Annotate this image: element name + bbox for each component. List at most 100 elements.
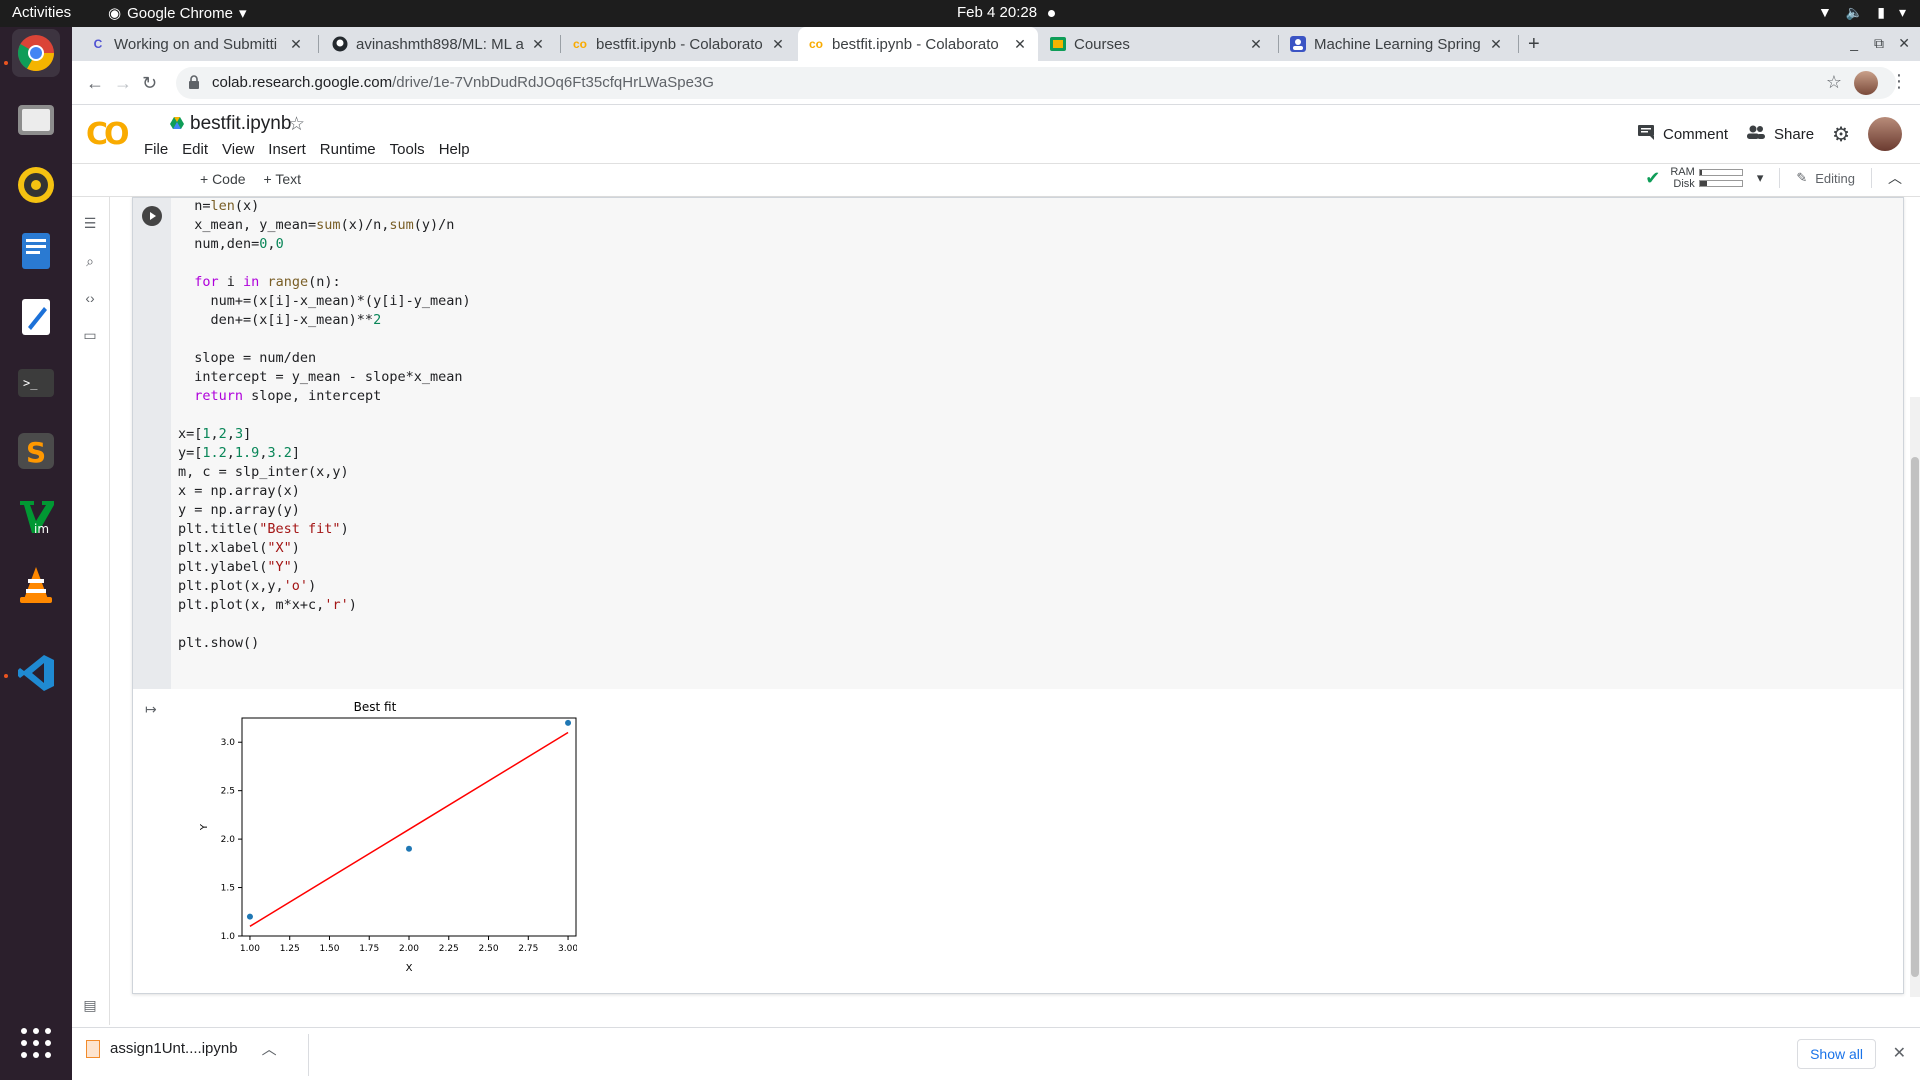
code-cell[interactable]: n=len(x) x_mean, y_mean=sum(x)/n,sum(y)/… — [132, 197, 1904, 994]
collapse-header-icon[interactable]: ︿ — [1888, 168, 1902, 188]
tab-1[interactable]: avinashmth898/ML: ML a ✕ — [322, 27, 556, 61]
lock-icon[interactable] — [188, 75, 200, 94]
code-snippets-icon[interactable]: ‹› — [80, 290, 100, 310]
chrome-dock-icon[interactable] — [12, 29, 60, 77]
menu-view[interactable]: View — [222, 141, 254, 158]
app-menu[interactable]: ◉ Google Chrome ▾ — [108, 4, 247, 23]
close-tab-icon[interactable]: ✕ — [288, 36, 304, 53]
ram-bar — [1698, 169, 1743, 176]
disk-label: Disk — [1673, 178, 1695, 190]
chrome-small-icon: ◉ — [108, 5, 122, 22]
add-text-button[interactable]: + Text — [264, 171, 302, 187]
dock: >_ S im — [0, 27, 72, 1080]
restore-icon[interactable]: ⧉ — [1874, 35, 1884, 52]
tab-0[interactable]: C Working on and Submitti ✕ — [80, 27, 314, 61]
user-avatar[interactable] — [1868, 117, 1902, 151]
back-icon[interactable]: ← — [86, 73, 104, 94]
activities-button[interactable]: Activities — [12, 4, 71, 21]
share-button[interactable]: Share — [1746, 125, 1814, 143]
run-cell-button[interactable] — [142, 206, 162, 226]
y-axis-ticks: 1.0 1.5 2.0 2.5 3.0 — [221, 738, 242, 942]
menu-insert[interactable]: Insert — [268, 141, 306, 158]
code-line: x=[1,2,3] — [178, 426, 252, 442]
search-icon[interactable]: ⌕ — [80, 253, 100, 273]
text-editor-dock-icon[interactable] — [12, 293, 60, 341]
svg-text:>_: >_ — [23, 376, 38, 390]
header-actions: Comment Share ⚙ — [1637, 117, 1902, 151]
profile-avatar[interactable] — [1854, 71, 1878, 95]
menu-file[interactable]: File — [144, 141, 168, 158]
tab-5[interactable]: Machine Learning Spring ✕ — [1280, 27, 1514, 61]
files-dock-icon[interactable] — [12, 95, 60, 143]
add-code-button[interactable]: + Code — [200, 171, 246, 187]
x-axis-ticks: 1.00 1.25 1.50 1.75 2.00 2.25 2.50 2.75 3.00 — [240, 936, 577, 954]
tab-strip: C Working on and Submitti ✕ avinashmth89… — [72, 27, 1920, 61]
download-item[interactable]: assign1Unt....ipynb ︿ — [86, 1038, 277, 1059]
menu-help[interactable]: Help — [439, 141, 470, 158]
close-tab-icon[interactable]: ✕ — [530, 36, 546, 53]
chart-series — [246, 719, 572, 927]
tab-3-active[interactable]: co bestfit.ipynb - Colaborato ✕ — [798, 27, 1038, 61]
table-of-contents-icon[interactable]: ☰ — [80, 215, 100, 235]
notebook-title[interactable]: bestfit.ipynb — [170, 113, 291, 135]
vscode-dock-icon[interactable] — [12, 649, 60, 697]
close-shelf-icon[interactable]: ✕ — [1893, 1043, 1906, 1063]
download-shelf: assign1Unt....ipynb ︿ Show all ✕ — [72, 1027, 1920, 1080]
close-window-icon[interactable]: ✕ — [1898, 35, 1910, 52]
close-tab-icon[interactable]: ✕ — [1488, 36, 1504, 53]
menu-runtime[interactable]: Runtime — [320, 141, 376, 158]
new-tab-button[interactable]: + — [1528, 33, 1540, 56]
runtime-resources-button[interactable]: ✔ RAM Disk ▾ — [1645, 166, 1763, 190]
show-all-button[interactable]: Show all — [1797, 1039, 1876, 1069]
fit-line — [249, 731, 569, 927]
menu-edit[interactable]: Edit — [182, 141, 208, 158]
files-folder-icon[interactable]: ▭ — [80, 327, 100, 347]
clock[interactable]: Feb 4 20:28 — [957, 4, 1037, 21]
url-path: /drive/1e-7VnbDudRdJOq6Ft35cfqHrLWaSpe3G — [392, 74, 714, 91]
sublime-dock-icon[interactable]: S — [12, 427, 60, 475]
forward-icon[interactable]: → — [114, 73, 132, 94]
writer-dock-icon[interactable] — [12, 227, 60, 275]
colab-icon: co — [572, 37, 587, 51]
terminal-dock-icon[interactable]: >_ — [12, 359, 60, 407]
chevron-up-icon[interactable]: ︿ — [262, 1038, 277, 1059]
code-editor[interactable]: n=len(x) x_mean, y_mean=sum(x)/n,sum(y)/… — [171, 198, 1903, 689]
reload-icon[interactable]: ↻ — [142, 73, 157, 94]
show-applications-icon[interactable] — [12, 1019, 60, 1067]
vim-dock-icon[interactable]: im — [12, 493, 60, 541]
address-bar-row: ← → ↻ colab.research.google.com/drive/1e… — [72, 61, 1920, 105]
colab-logo[interactable]: CO — [86, 117, 129, 152]
rhythmbox-dock-icon[interactable] — [12, 161, 60, 209]
bookmark-star-icon[interactable]: ☆ — [1826, 72, 1842, 93]
comment-button[interactable]: Comment — [1637, 124, 1728, 144]
tab-2[interactable]: co bestfit.ipynb - Colaborato ✕ — [562, 27, 796, 61]
colab-header: CO bestfit.ipynb ☆ File Edit View Insert… — [72, 105, 1920, 163]
editing-mode-button[interactable]: ✎ Editing — [1796, 170, 1855, 186]
omnibox[interactable]: colab.research.google.com/drive/1e-7VnbD… — [176, 67, 1896, 99]
notebook-scrollbar[interactable] — [1910, 397, 1920, 997]
command-palette-icon[interactable]: ▤ — [80, 997, 100, 1017]
vlc-dock-icon[interactable] — [12, 561, 60, 609]
close-tab-icon[interactable]: ✕ — [1248, 36, 1264, 53]
left-side-rail: ☰ ⌕ ‹› ▭ ▤ — [72, 197, 110, 1025]
code-line: y=[1.2,1.9,3.2] — [178, 445, 300, 461]
code-line: x_mean, y_mean=sum(x)/n,sum(y)/n — [178, 217, 455, 233]
tab-title: Machine Learning Spring — [1314, 35, 1481, 53]
system-tray[interactable]: ▼ 🔈 ▮ ▾ — [1818, 4, 1906, 21]
url-text[interactable]: colab.research.google.com/drive/1e-7VnbD… — [212, 74, 714, 91]
close-tab-icon[interactable]: ✕ — [770, 36, 786, 53]
scrollbar-thumb[interactable] — [1911, 457, 1919, 977]
output-actions-icon[interactable]: ↦ — [145, 701, 157, 718]
minimize-icon[interactable]: _ — [1850, 35, 1858, 51]
code-line: plt.plot(x,y,'o') — [178, 578, 317, 594]
menu-tools[interactable]: Tools — [390, 141, 425, 158]
tab-4[interactable]: Courses ✕ — [1040, 27, 1274, 61]
chevron-down-icon: ▾ — [238, 5, 247, 22]
close-tab-icon[interactable]: ✕ — [1012, 36, 1028, 53]
notebook-area: n=len(x) x_mean, y_mean=sum(x)/n,sum(y)/… — [110, 197, 1920, 1025]
x-axis-label: X — [406, 963, 413, 974]
best-fit-chart: Best fit 1.00 1.25 1.50 1.75 2.00 2.25 2.50 2.7… — [199, 700, 577, 974]
chrome-menu-icon[interactable]: ⋮ — [1890, 71, 1908, 92]
settings-gear-icon[interactable]: ⚙ — [1832, 122, 1850, 147]
star-notebook-icon[interactable]: ☆ — [288, 113, 305, 136]
